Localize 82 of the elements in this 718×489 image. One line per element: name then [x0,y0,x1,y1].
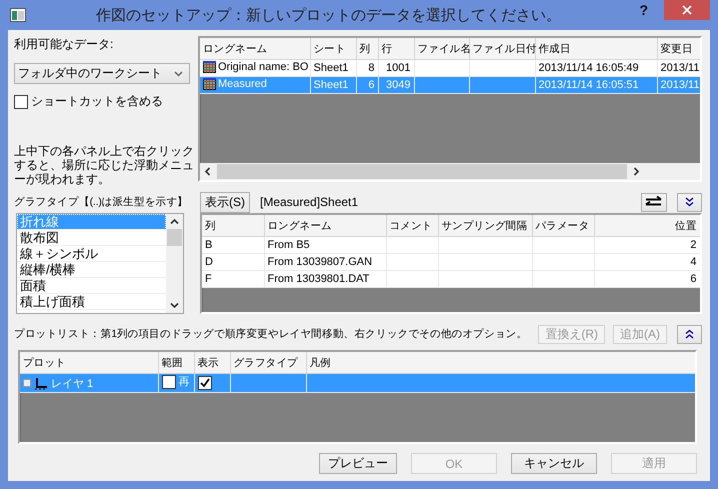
scroll-up-icon [170,218,179,225]
layer-icon [34,376,48,390]
table-cell: 8 [368,62,374,74]
horizontal-scrollbar[interactable] [200,163,700,180]
table-cell: From B5 [268,239,310,251]
column-header[interactable]: コメント [386,215,438,236]
column-header[interactable]: ロングネーム [200,38,310,60]
column-header[interactable]: 行 [378,38,414,60]
window-title: 作図のセットアップ：新しいプロットのデータを選択してください。 [95,6,562,24]
scroll-down-icon [170,302,179,309]
column-header[interactable]: 変更日 [657,38,700,60]
column-row[interactable]: D From 13039807.GAN 4 [202,254,700,270]
column-row[interactable]: B From B5 2 [202,236,700,254]
scrollbar-thumb[interactable] [217,164,627,179]
include-shortcuts-checkbox[interactable]: ショートカットを含める [14,93,190,110]
table-cell: 2013/11/14 16:05:51 [538,79,639,91]
table-cell: From 13039801.DAT [268,273,370,285]
dialog-button[interactable]: キャンセル [511,453,597,474]
window-icon [10,8,26,22]
double-chevron-down-icon [685,197,694,207]
column-header[interactable]: 範囲 [158,352,194,374]
table-cell: Sheet1 [314,62,348,74]
column-header[interactable]: ファイル名 [414,38,469,60]
worksheet-icon [203,60,216,72]
available-data-label: 利用可能なデータ: [14,36,114,53]
swap-arrows-icon [645,196,663,208]
table-cell: F [205,273,212,285]
scroll-left-icon [204,167,211,176]
scrollbar-thumb[interactable] [167,229,182,246]
table-cell: 2013/11 [660,79,700,91]
expand-square-icon [23,379,31,387]
column-header[interactable]: シート [310,38,356,60]
column-header[interactable]: 表示 [194,352,230,374]
data-source-dropdown[interactable]: フォルダ中のワークシート [14,63,190,84]
show-checkbox[interactable] [198,376,212,390]
table-cell: Measured [218,78,267,90]
worksheet-icon [203,78,216,90]
close-button[interactable] [664,0,710,20]
table-cell: From 13039807.GAN [268,256,372,268]
close-icon [682,5,692,15]
chevron-down-icon [174,70,183,76]
double-chevron-up-icon [685,329,694,339]
column-header[interactable]: 位置 [594,215,700,236]
layer-label: レイヤ 1 [51,376,94,390]
table-cell: B [205,239,212,251]
table-cell: 3049 [386,79,410,91]
column-header[interactable]: ファイル日付 [469,38,535,60]
table-cell: 2013/11 [660,62,700,74]
table-cell: 6 [368,79,374,91]
table-cell: 4 [690,256,696,268]
column-header[interactable]: 列 [202,215,264,236]
table-cell: 2013/11/14 16:05:49 [538,62,639,74]
column-header[interactable]: プロット [20,352,158,374]
range-checkbox[interactable] [162,374,176,389]
worksheet-row[interactable]: Original name: BO Sheet1 8 1001 2013/11/14 16:05:49 2013/11 [200,60,700,76]
table-cell: Sheet1 [314,79,348,91]
column-header[interactable]: 列 [356,38,378,60]
table-cell: 6 [690,273,696,285]
column-header[interactable]: 凡例 [306,352,695,374]
plot-list-label: プロットリスト：第1列の項目のドラッグで順序変更やレイヤ間移動、右クリックでその他のオプション。 [14,327,528,341]
vertical-scrollbar[interactable] [166,214,183,313]
table-cell: 1001 [386,62,410,74]
dialog-button[interactable]: プレビュー [319,453,397,474]
table-cell: 2 [690,239,696,251]
sheet-label: [Measured]Sheet1 [260,195,360,209]
column-header[interactable]: 作成日 [535,38,657,60]
column-header[interactable]: グラフタイプ [230,352,306,374]
column-header[interactable]: パラメータ [532,215,594,236]
scroll-right-icon [633,167,640,176]
range-text: 再 [178,375,190,390]
column-header[interactable]: サンプリング間隔 [438,215,532,236]
collapse-button[interactable] [677,324,702,344]
graph-type-label: グラフタイプ【(..)は派生型を示す】 [14,195,190,209]
show-button[interactable]: 表示(S) [200,192,250,212]
column-row[interactable]: F From 13039801.DAT 6 [202,270,700,288]
expand-button[interactable] [677,192,702,212]
help-button[interactable]: ? [631,2,656,18]
table-cell: Original name: BO [218,60,308,72]
swap-button[interactable] [641,192,667,212]
table-cell: D [205,256,213,268]
column-header[interactable]: ロングネーム [264,215,386,236]
hint-text: 上中下の各パネル上で右クリックすると、場所に応じた浮動メニューが現われます。 [14,144,194,186]
